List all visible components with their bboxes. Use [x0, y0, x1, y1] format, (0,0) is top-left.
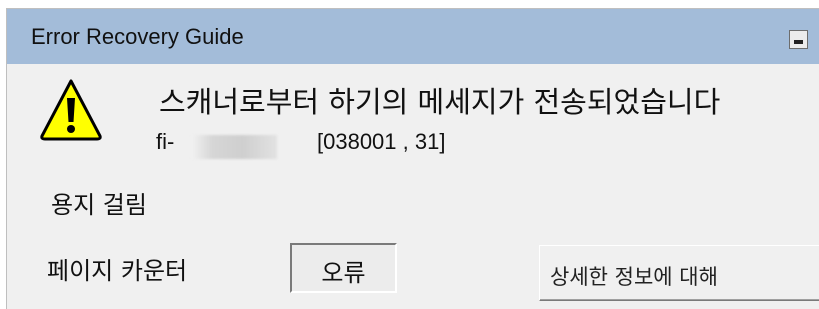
minimize-icon: [794, 40, 803, 44]
window-title: Error Recovery Guide: [31, 24, 244, 49]
error-code: [038001 , 31]: [317, 129, 446, 154]
details-button-label: 상세한 정보에 대해: [550, 265, 718, 289]
page-counter-field: 오류: [290, 243, 397, 293]
scanner-model: fi-: [156, 129, 175, 154]
error-status: 용지 걸림: [51, 191, 147, 219]
details-button[interactable]: 상세한 정보에 대해: [539, 245, 819, 301]
redacted-model-name: [191, 135, 277, 159]
minimize-button[interactable]: [789, 30, 808, 49]
page-counter-label: 페이지 카운터: [47, 257, 188, 285]
error-recovery-window: Error Recovery Guide 스캐너로부터 하기의 메세지가 전송되…: [6, 8, 819, 309]
title-bar: Error Recovery Guide: [7, 9, 819, 64]
warning-icon: [40, 79, 102, 141]
page-counter-value: 오류: [321, 259, 366, 287]
main-message: 스캐너로부터 하기의 메세지가 전송되었습니다: [159, 85, 721, 119]
